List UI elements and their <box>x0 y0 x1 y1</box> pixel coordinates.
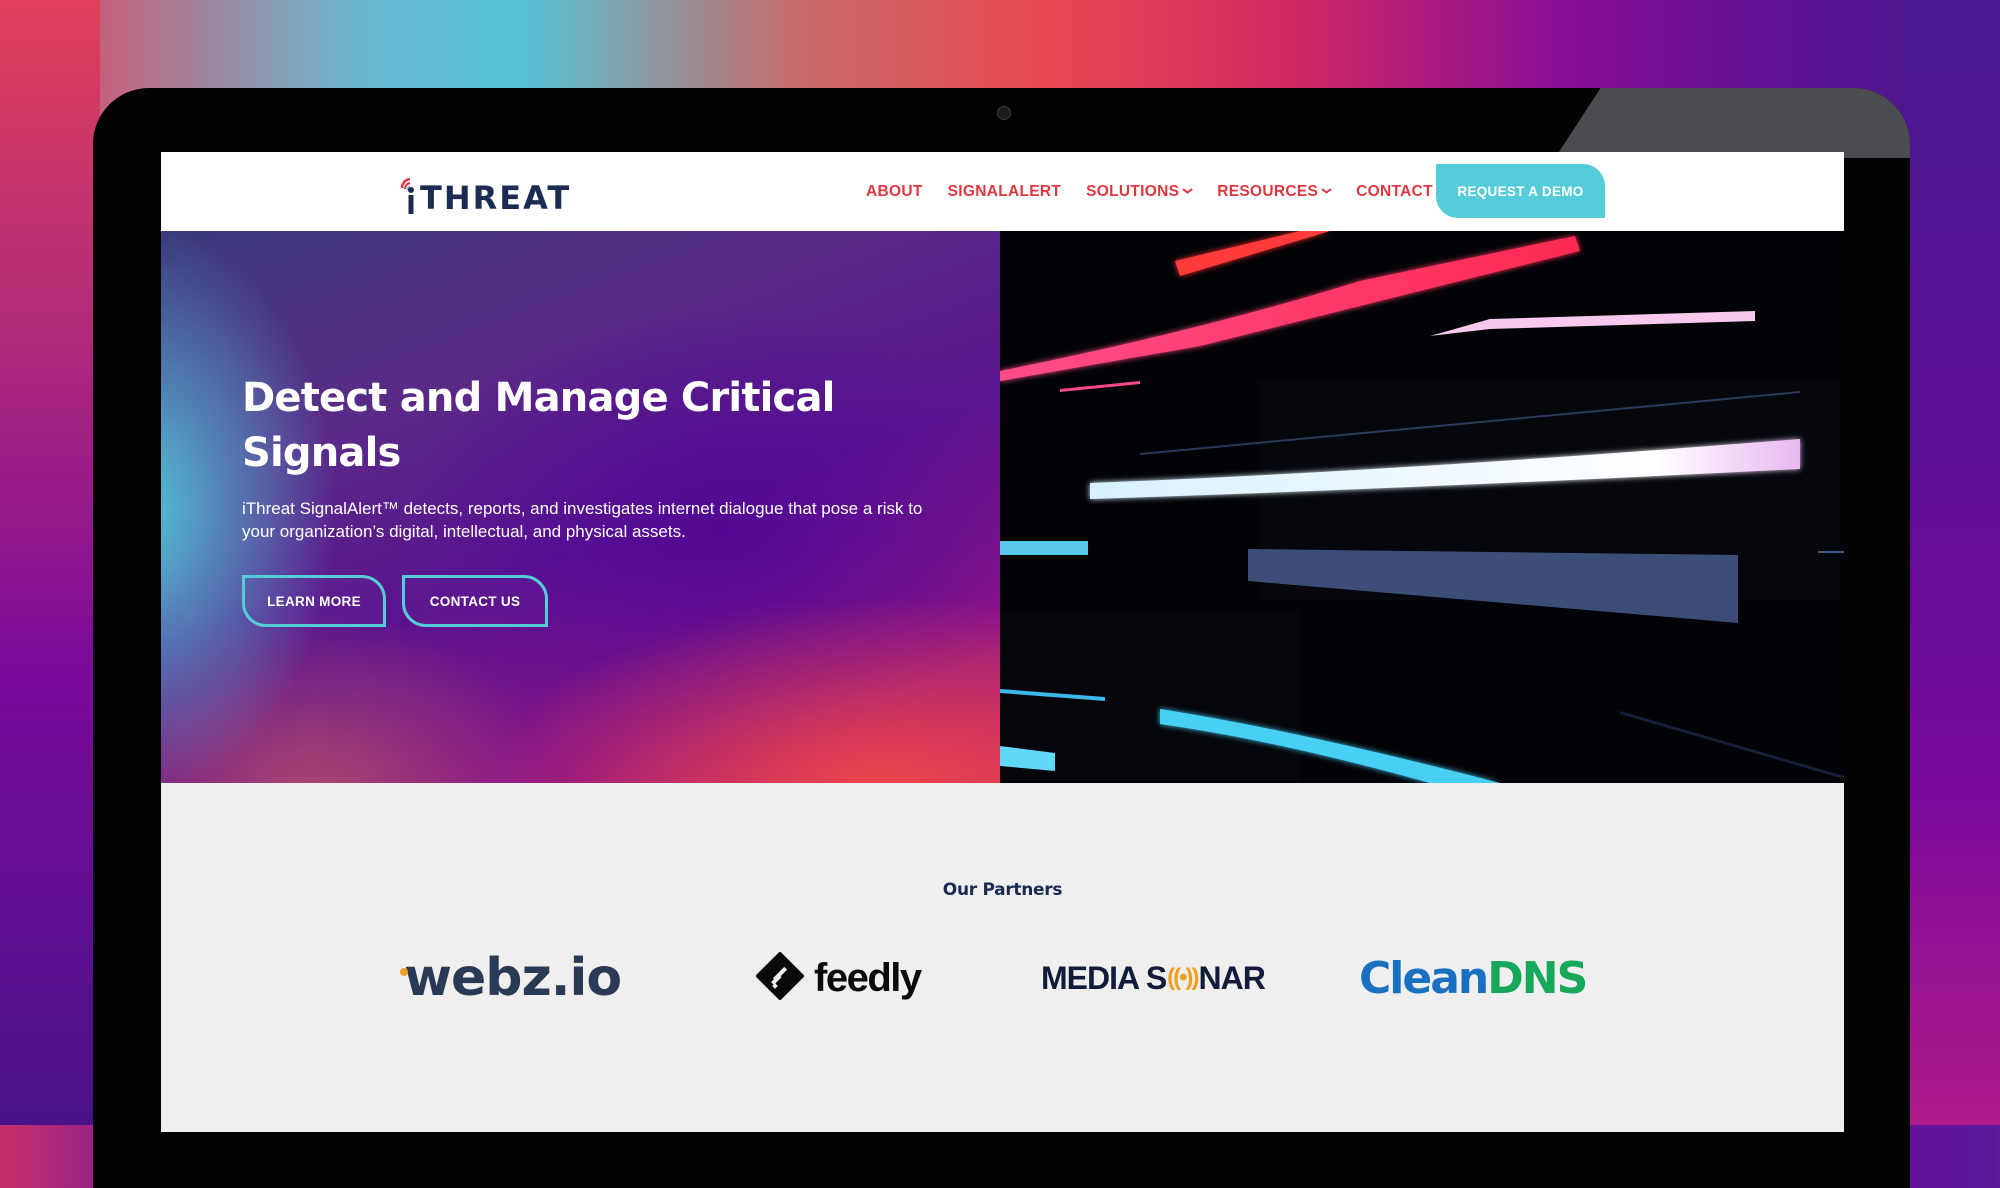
nav-contact[interactable]: CONTACT <box>1356 183 1433 201</box>
partners-section: Our Partners webz.io feedly MEDIA S ((•)… <box>161 783 1844 1132</box>
webz-dot-icon <box>400 968 408 976</box>
sonar-signal-icon: ((•)) <box>1167 964 1199 991</box>
logo-wordmark: THREAT <box>420 179 572 217</box>
nav-solutions-label: SOLUTIONS <box>1086 182 1180 200</box>
webz-wordmark: webz.io <box>404 948 622 1008</box>
hero-panel: Detect and Manage Critical Signals iThre… <box>161 231 1000 783</box>
nav-solutions[interactable]: SOLUTIONS <box>1086 182 1194 201</box>
nav-resources[interactable]: RESOURCES <box>1217 182 1333 201</box>
chevron-down-icon <box>1321 186 1333 197</box>
contact-us-button[interactable]: CONTACT US <box>402 575 548 627</box>
feedly-wordmark: feedly <box>814 955 922 1000</box>
browser-screen: THREAT ABOUT SIGNALALERT SOLUTIONS RESOU… <box>161 152 1844 1132</box>
chevron-down-icon <box>1182 186 1194 197</box>
feedly-diamond-icon <box>754 951 806 1005</box>
ithreat-logo[interactable]: THREAT <box>398 170 571 214</box>
request-demo-button[interactable]: REQUEST A DEMO <box>1436 164 1605 218</box>
nav-contact-label: CONTACT <box>1356 182 1433 200</box>
partner-logo-feedly[interactable]: feedly <box>754 943 922 1013</box>
nav-about[interactable]: ABOUT <box>866 183 923 201</box>
partner-logo-media-sonar[interactable]: MEDIA S ((•)) NAR <box>1041 943 1266 1013</box>
nav-signalalert[interactable]: SIGNALALERT <box>948 183 1062 201</box>
hero-image-neon-lights <box>1000 231 1844 783</box>
hero-description: iThreat SignalAlert™ detects, reports, a… <box>242 499 923 541</box>
backdrop-gradient-left <box>0 0 100 1125</box>
cleandns-text-clean: Clean <box>1359 952 1489 1004</box>
partners-heading: Our Partners <box>942 880 1063 900</box>
cleandns-text-dns: DNS <box>1487 952 1588 1004</box>
bezel-glare <box>1555 88 1910 158</box>
hero-title: Detect and Manage Critical Signals <box>242 375 835 476</box>
nav-resources-label: RESOURCES <box>1217 182 1319 200</box>
partner-logo-webz[interactable]: webz.io <box>400 943 622 1013</box>
nav-about-label: ABOUT <box>866 182 923 200</box>
learn-more-button[interactable]: LEARN MORE <box>242 575 386 627</box>
partner-logo-cleandns[interactable]: Clean DNS <box>1359 943 1588 1013</box>
nav-signalalert-label: SIGNALALERT <box>947 182 1062 200</box>
site-header: THREAT ABOUT SIGNALALERT SOLUTIONS RESOU… <box>161 152 1844 231</box>
media-sonar-text-left: MEDIA S <box>1041 959 1167 996</box>
signal-logo-icon <box>398 174 420 214</box>
webcam-icon <box>997 106 1011 120</box>
main-nav: ABOUT SIGNALALERT SOLUTIONS RESOURCES CO… <box>866 152 1458 231</box>
backdrop-gradient-right <box>1900 0 2000 1125</box>
media-sonar-text-right: NAR <box>1198 959 1266 996</box>
